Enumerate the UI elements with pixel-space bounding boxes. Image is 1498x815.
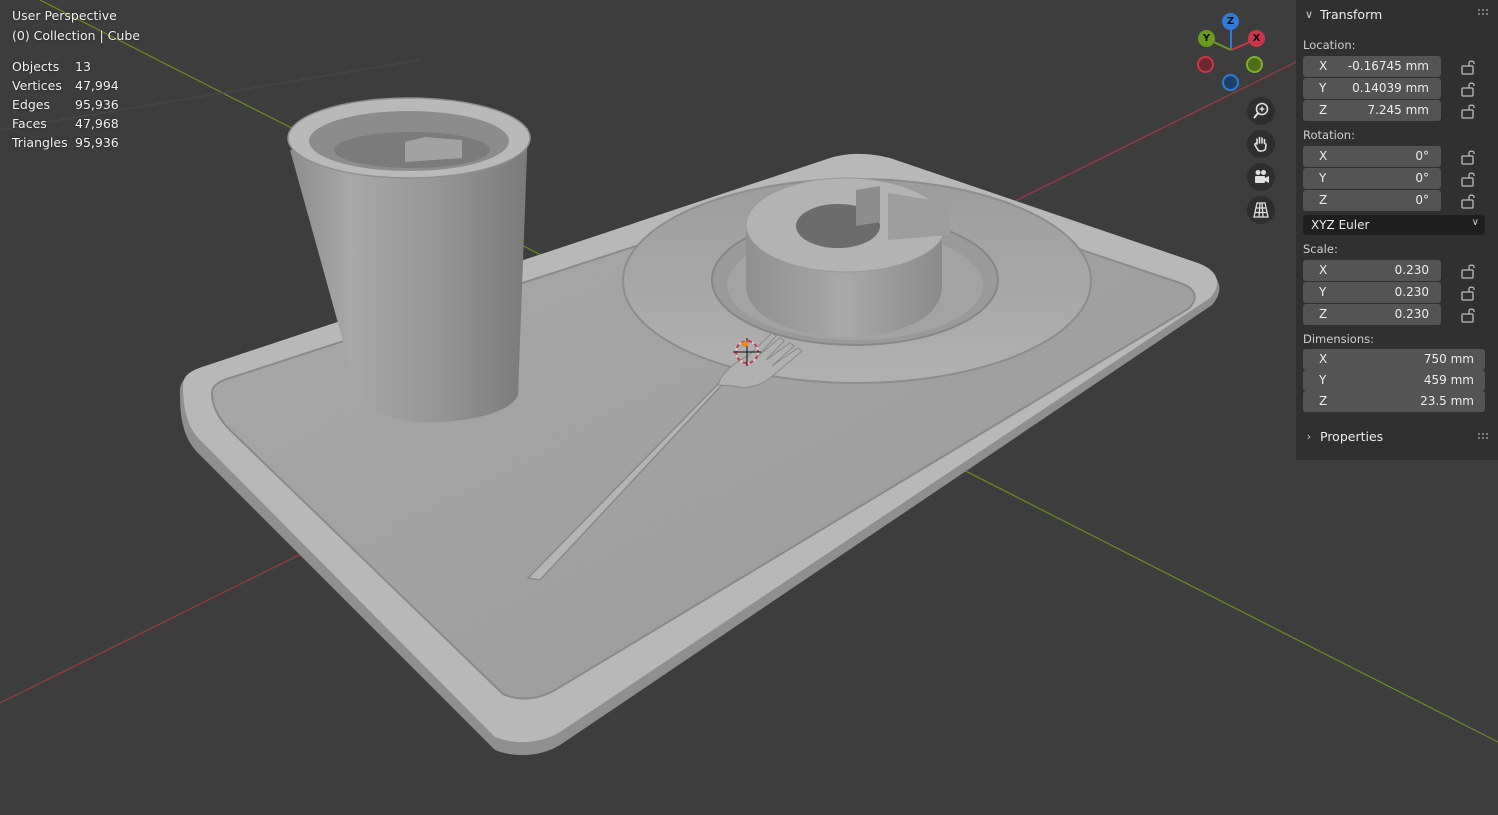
rotation-y-field[interactable]: Y 0° bbox=[1303, 168, 1441, 189]
axis-label: Y bbox=[1319, 81, 1327, 95]
stats-row: Triangles 95,936 bbox=[12, 135, 119, 150]
stats-label: Faces bbox=[12, 116, 47, 131]
rotation-mode-value: XYZ Euler bbox=[1311, 218, 1370, 232]
stats-label: Vertices bbox=[12, 78, 62, 93]
field-value: 0.230 bbox=[1394, 263, 1429, 277]
unlock-icon[interactable] bbox=[1460, 307, 1478, 323]
stats-label: Triangles bbox=[12, 135, 68, 150]
location-y-field[interactable]: Y 0.14039 mm bbox=[1303, 78, 1441, 99]
unlock-icon[interactable] bbox=[1460, 149, 1478, 165]
unlock-icon[interactable] bbox=[1460, 285, 1478, 301]
scale-x-field[interactable]: X 0.230 bbox=[1303, 260, 1441, 281]
navigation-gizmo[interactable]: Z Y X bbox=[1190, 10, 1270, 96]
axis-label: X bbox=[1319, 263, 1328, 277]
rotation-x-field[interactable]: X 0° bbox=[1303, 146, 1441, 167]
stats-value: 47,994 bbox=[75, 78, 119, 93]
axis-label: Z bbox=[1319, 193, 1328, 207]
gizmo-x-axis[interactable]: X bbox=[1248, 30, 1265, 47]
drag-grip-icon[interactable] bbox=[1478, 9, 1488, 15]
dimensions-label: Dimensions: bbox=[1303, 332, 1374, 346]
stats-value: 47,968 bbox=[75, 116, 119, 131]
stats-label: Objects bbox=[12, 59, 60, 74]
field-value: 0.230 bbox=[1394, 285, 1429, 299]
transform-panel-header[interactable]: ∨ Transform bbox=[1302, 2, 1382, 26]
gizmo-z-axis[interactable]: Z bbox=[1222, 13, 1239, 30]
toggle-projection-button[interactable] bbox=[1247, 196, 1275, 224]
transform-title: Transform bbox=[1320, 6, 1383, 22]
stats-row: Edges 95,936 bbox=[12, 97, 119, 112]
field-value: 0° bbox=[1415, 149, 1429, 163]
gizmo-neg-x-axis[interactable] bbox=[1197, 56, 1214, 73]
field-value: 459 mm bbox=[1423, 373, 1474, 387]
field-value: 23.5 mm bbox=[1420, 394, 1474, 408]
stats-value: 95,936 bbox=[75, 135, 119, 150]
location-x-field[interactable]: X -0.16745 mm bbox=[1303, 56, 1441, 77]
chevron-right-icon: › bbox=[1306, 429, 1312, 443]
dimensions-x-field[interactable]: X 750 mm bbox=[1303, 349, 1485, 370]
gizmo-y-axis[interactable]: Y bbox=[1198, 30, 1215, 47]
pan-button[interactable] bbox=[1247, 130, 1275, 158]
stats-label: Edges bbox=[12, 97, 50, 112]
chevron-down-icon: ∨ bbox=[1471, 217, 1479, 228]
sidebar-panel: ∨ Transform Location: X -0.16745 mm Y 0.… bbox=[1296, 0, 1498, 460]
axis-label: X bbox=[1319, 59, 1328, 73]
ring-mesh[interactable] bbox=[745, 177, 950, 337]
gizmo-neg-z-axis[interactable] bbox=[1222, 74, 1239, 91]
axis-label: Y bbox=[1319, 171, 1327, 185]
active-object-context: (0) Collection | Cube bbox=[12, 28, 140, 43]
stats-value: 13 bbox=[75, 59, 91, 74]
unlock-icon[interactable] bbox=[1460, 193, 1478, 209]
rotation-label: Rotation: bbox=[1303, 128, 1355, 142]
stats-value: 95,936 bbox=[75, 97, 119, 112]
chevron-down-icon: ∨ bbox=[1304, 7, 1314, 21]
field-value: 0° bbox=[1415, 171, 1429, 185]
scale-z-field[interactable]: Z 0.230 bbox=[1303, 304, 1441, 325]
unlock-icon[interactable] bbox=[1460, 81, 1478, 97]
properties-panel-header[interactable]: › Properties bbox=[1302, 424, 1383, 448]
zoom-button[interactable] bbox=[1247, 97, 1275, 125]
properties-title: Properties bbox=[1320, 428, 1384, 444]
axis-label: Z bbox=[1319, 394, 1328, 408]
camera-view-button[interactable] bbox=[1247, 163, 1275, 191]
field-value: 0.14039 mm bbox=[1352, 81, 1429, 95]
unlock-icon[interactable] bbox=[1460, 171, 1478, 187]
axis-label: X bbox=[1319, 352, 1328, 366]
scale-label: Scale: bbox=[1303, 242, 1338, 256]
unlock-icon[interactable] bbox=[1460, 103, 1478, 119]
stats-row: Objects 13 bbox=[12, 59, 91, 74]
field-value: 0.230 bbox=[1394, 307, 1429, 321]
unlock-icon[interactable] bbox=[1460, 59, 1478, 75]
rotation-z-field[interactable]: Z 0° bbox=[1303, 190, 1441, 211]
dimensions-y-field[interactable]: Y 459 mm bbox=[1303, 370, 1485, 391]
axis-label: Z bbox=[1319, 307, 1328, 321]
gizmo-neg-y-axis[interactable] bbox=[1246, 56, 1263, 73]
rotation-mode-select[interactable]: XYZ Euler ∨ bbox=[1303, 215, 1485, 235]
dimensions-z-field[interactable]: Z 23.5 mm bbox=[1303, 391, 1485, 412]
axis-label: Y bbox=[1319, 373, 1327, 387]
3d-viewport[interactable] bbox=[0, 0, 1498, 815]
zoom-icon bbox=[1253, 102, 1269, 119]
axis-label: Z bbox=[1319, 103, 1328, 117]
grid-perspective-icon bbox=[1253, 202, 1269, 218]
field-value: -0.16745 mm bbox=[1347, 59, 1429, 73]
field-value: 0° bbox=[1415, 193, 1429, 207]
field-value: 750 mm bbox=[1423, 352, 1474, 366]
axis-label: X bbox=[1319, 149, 1328, 163]
axis-label: Y bbox=[1319, 285, 1327, 299]
scale-y-field[interactable]: Y 0.230 bbox=[1303, 282, 1441, 303]
unlock-icon[interactable] bbox=[1460, 263, 1478, 279]
stats-row: Faces 47,968 bbox=[12, 116, 119, 131]
camera-icon bbox=[1255, 170, 1269, 183]
hand-pan-icon bbox=[1254, 136, 1267, 152]
field-value: 7.245 mm bbox=[1367, 103, 1429, 117]
drag-grip-icon[interactable] bbox=[1478, 433, 1488, 439]
location-label: Location: bbox=[1303, 38, 1356, 52]
location-z-field[interactable]: Z 7.245 mm bbox=[1303, 100, 1441, 121]
stats-row: Vertices 47,994 bbox=[12, 78, 119, 93]
view-perspective-label: User Perspective bbox=[12, 8, 117, 23]
